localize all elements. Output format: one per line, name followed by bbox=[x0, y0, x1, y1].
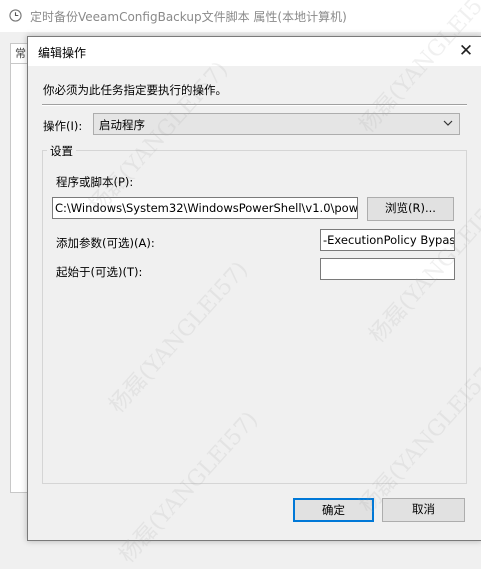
divider bbox=[42, 104, 467, 106]
start-in-label: 起始于(可选)(T): bbox=[56, 265, 143, 279]
arguments-label: 添加参数(可选)(A): bbox=[56, 236, 155, 250]
ok-button[interactable]: 确定 bbox=[293, 498, 374, 522]
clock-icon bbox=[9, 9, 22, 22]
cancel-button[interactable]: 取消 bbox=[382, 498, 465, 522]
dialog-titlebar: 编辑操作 ✕ bbox=[28, 37, 481, 66]
arguments-input[interactable]: -ExecutionPolicy Bypass bbox=[320, 229, 455, 251]
close-icon[interactable]: ✕ bbox=[451, 37, 481, 66]
instruction-text: 你必须为此任务指定要执行的操作。 bbox=[43, 83, 227, 97]
program-input[interactable]: C:\Windows\System32\WindowsPowerShell\v1… bbox=[52, 197, 358, 219]
action-select-value: 启动程序 bbox=[99, 118, 145, 132]
parent-window-title: 定时备份VeeamConfigBackup文件脚本 属性(本地计算机) bbox=[30, 10, 347, 24]
edit-action-dialog: 编辑操作 ✕ 你必须为此任务指定要执行的操作。 操作(I): 启动程序 设置 程… bbox=[27, 36, 481, 541]
parent-titlebar: 定时备份VeeamConfigBackup文件脚本 属性(本地计算机) bbox=[0, 0, 481, 32]
browse-button[interactable]: 浏览(R)... bbox=[367, 197, 454, 221]
action-select[interactable]: 启动程序 bbox=[93, 113, 460, 135]
program-label: 程序或脚本(P): bbox=[56, 175, 134, 189]
dialog-title: 编辑操作 bbox=[38, 46, 87, 60]
settings-group-title: 设置 bbox=[47, 143, 76, 159]
chevron-down-icon bbox=[443, 120, 453, 126]
action-label: 操作(I): bbox=[43, 119, 83, 133]
start-in-input[interactable] bbox=[320, 258, 455, 280]
